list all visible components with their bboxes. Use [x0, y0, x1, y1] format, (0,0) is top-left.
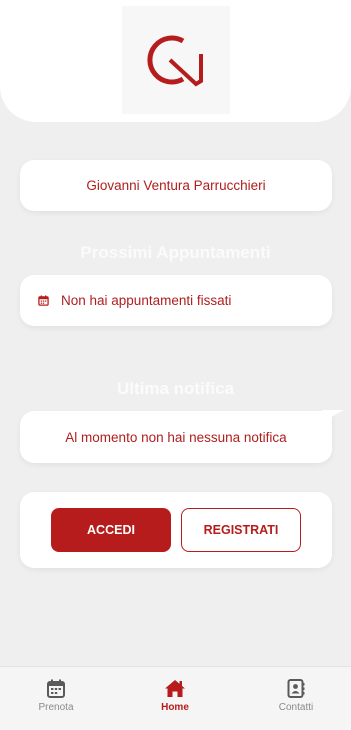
- login-button[interactable]: ACCEDI: [51, 508, 171, 552]
- home-icon: [165, 680, 185, 697]
- nav-label-prenota: Prenota: [38, 702, 74, 713]
- auth-card: ACCEDI REGISTRATI: [20, 492, 332, 568]
- logo: [122, 6, 230, 114]
- salon-name-card: Giovanni Ventura Parrucchieri: [20, 160, 332, 211]
- notification-bubble-tail: [322, 410, 344, 422]
- bottom-navigation: Prenota Home Contatti: [0, 666, 351, 730]
- notification-empty-text: Al momento non hai nessuna notifica: [65, 429, 287, 445]
- notifications-title: Ultima notifica: [116, 379, 235, 398]
- calendar-icon: [47, 679, 65, 698]
- calendar-icon: [38, 295, 49, 306]
- gv-monogram-logo-icon: [147, 35, 203, 87]
- appointments-empty-text: Non hai appuntamenti fissati: [61, 293, 232, 308]
- nav-item-contatti[interactable]: Contatti: [256, 679, 336, 713]
- nav-item-home[interactable]: Home: [135, 679, 215, 713]
- nav-item-prenota[interactable]: Prenota: [16, 679, 96, 713]
- appointments-title: Prossimi Appuntamenti: [80, 243, 271, 262]
- notification-card: Al momento non hai nessuna notifica: [20, 411, 332, 463]
- nav-label-home: Home: [161, 702, 189, 713]
- salon-name: Giovanni Ventura Parrucchieri: [86, 178, 266, 193]
- nav-label-contatti: Contatti: [278, 702, 314, 713]
- appointments-card: Non hai appuntamenti fissati: [20, 275, 332, 326]
- contact-book-icon: [287, 679, 305, 698]
- app-header: [0, 0, 351, 122]
- register-button[interactable]: REGISTRATI: [181, 508, 301, 552]
